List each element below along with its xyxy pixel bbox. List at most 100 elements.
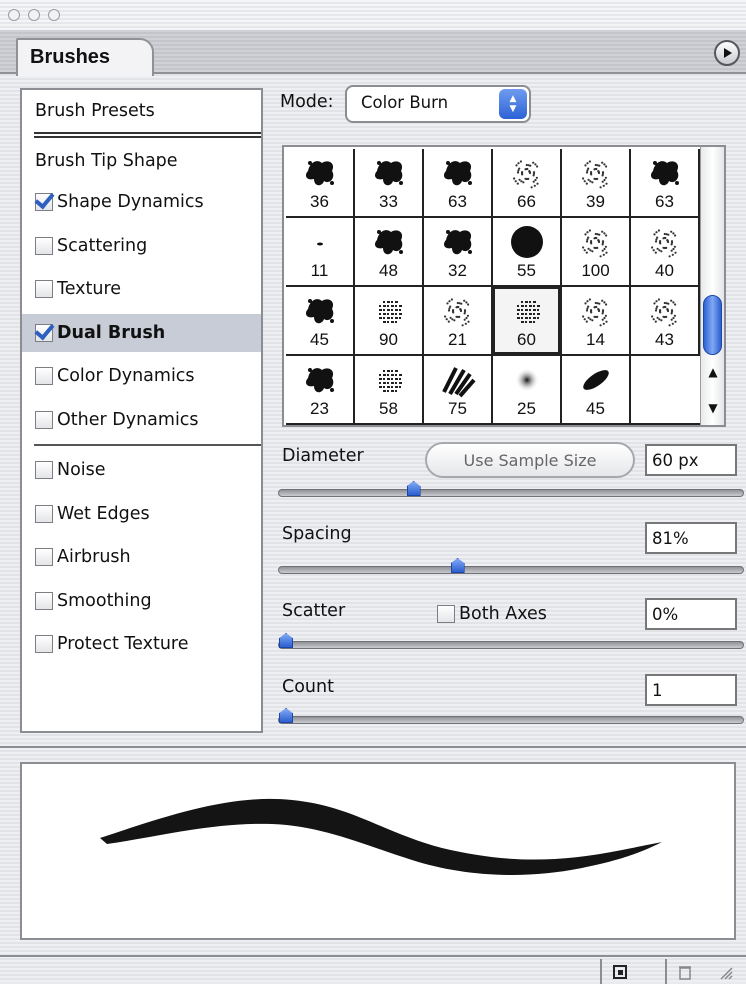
brush-preset-cell[interactable]: 43 [631, 287, 700, 356]
brush-preset-cell[interactable]: 39 [562, 149, 631, 218]
option-color-dynamics[interactable]: Color Dynamics [22, 357, 261, 395]
brush-size-label: 43 [655, 330, 674, 349]
scrollbar-thumb[interactable] [703, 295, 722, 355]
brush-preset-cell[interactable]: 21 [424, 287, 493, 356]
brush-preset-cell[interactable]: 32 [424, 218, 493, 287]
checkbox-icon [437, 605, 455, 623]
brush-size-label: 14 [586, 330, 605, 349]
scatter-field[interactable]: 0% [645, 598, 737, 630]
brush-preset-cell[interactable]: 45 [562, 356, 631, 425]
diameter-field[interactable]: 60 px [645, 444, 737, 476]
brush-thumbnail [302, 362, 338, 398]
spacing-field[interactable]: 81% [645, 522, 737, 554]
option-label: Shape Dynamics [57, 192, 204, 212]
scatter-slider-knob[interactable] [279, 633, 293, 648]
spacing-slider[interactable] [278, 558, 744, 574]
checkbox-icon[interactable] [35, 367, 53, 385]
brush-size-label: 40 [655, 261, 674, 280]
brush-preset-cell[interactable]: 63 [631, 149, 700, 218]
resize-grip[interactable] [706, 959, 744, 984]
brush-thumbnail [440, 362, 476, 398]
brush-thumbnail [578, 362, 614, 398]
empty-preset-cell [631, 356, 700, 425]
tab-brushes[interactable]: Brushes [16, 38, 154, 76]
checkbox-icon[interactable] [35, 635, 53, 653]
brush-preset-cell[interactable]: 90 [355, 287, 424, 356]
brush-presets-item[interactable]: Brush Presets [22, 92, 261, 130]
checkbox-icon[interactable] [35, 410, 53, 429]
option-texture[interactable]: Texture [22, 270, 261, 308]
play-arrow-icon [724, 48, 732, 58]
checkbox-icon[interactable] [35, 461, 53, 479]
option-smoothing[interactable]: Smoothing [22, 582, 261, 620]
checkbox-icon[interactable] [35, 280, 53, 298]
option-airbrush[interactable]: Airbrush [22, 538, 261, 576]
brush-preset-cell[interactable]: 45 [286, 287, 355, 356]
brush-preset-cell[interactable]: 63 [424, 149, 493, 218]
diameter-slider-knob[interactable] [406, 481, 421, 496]
brush-preset-cell[interactable]: 23 [286, 356, 355, 425]
checkbox-icon[interactable] [35, 548, 53, 566]
close-window-button[interactable] [8, 9, 20, 21]
option-label: Airbrush [57, 547, 131, 567]
count-slider[interactable] [278, 708, 744, 724]
brush-preset-cell[interactable]: 36 [286, 149, 355, 218]
checkbox-icon[interactable] [35, 504, 53, 523]
brush-thumbnail [302, 293, 338, 329]
option-shape-dynamics[interactable]: Shape Dynamics [22, 183, 261, 221]
option-dual-brush[interactable]: Dual Brush [22, 313, 261, 352]
option-other-dynamics[interactable]: Other Dynamics [22, 401, 261, 439]
preset-scrollbar[interactable]: ▲ ▼ [700, 147, 724, 425]
option-label: Scattering [57, 235, 148, 256]
brush-size-label: 60 [517, 330, 536, 349]
texture-brush-icon [378, 370, 402, 392]
brush-preset-cell[interactable]: 58 [355, 356, 424, 425]
count-field[interactable]: 1 [645, 674, 737, 706]
checkbox-icon[interactable] [35, 236, 53, 255]
grass-brush-icon [441, 367, 476, 398]
scatter-slider[interactable] [278, 633, 744, 649]
brush-size-label: 11 [310, 261, 329, 280]
option-scattering[interactable]: Scattering [22, 227, 261, 265]
brush-preset-cell[interactable]: 100 [562, 218, 631, 287]
bottom-toolbar [0, 955, 746, 984]
brush-thumbnail [578, 155, 614, 191]
brush-preset-cell[interactable]: 75 [424, 356, 493, 425]
minimize-window-button[interactable] [28, 9, 40, 21]
use-sample-size-button[interactable]: Use Sample Size [425, 442, 635, 478]
option-noise[interactable]: Noise [22, 451, 261, 489]
option-protect-texture[interactable]: Protect Texture [22, 625, 261, 663]
delete-preset-button[interactable] [665, 959, 703, 984]
brush-preset-cell[interactable]: 14 [562, 287, 631, 356]
brush-preset-cell[interactable]: 55 [493, 218, 562, 287]
diameter-slider[interactable] [278, 481, 744, 497]
brush-size-label: 45 [310, 330, 329, 349]
scroll-up-arrow-icon[interactable]: ▲ [701, 361, 725, 383]
checkbox-icon[interactable] [35, 591, 53, 610]
count-slider-knob[interactable] [279, 708, 293, 723]
brush-tip-shape-label: Brush Tip Shape [35, 151, 178, 171]
checked-checkbox-icon[interactable] [35, 193, 53, 211]
brush-preset-cell[interactable]: 40 [631, 218, 700, 287]
brush-size-label: 25 [517, 399, 536, 418]
new-preset-button[interactable] [600, 959, 638, 984]
checked-checkbox-icon[interactable] [35, 323, 53, 342]
mode-select[interactable]: Color Burn ▲ ▼ [345, 85, 531, 123]
brush-preset-cell[interactable]: 33 [355, 149, 424, 218]
brush-thumbnail [371, 362, 407, 398]
brush-preset-cell[interactable]: 11 [286, 218, 355, 287]
zoom-window-button[interactable] [48, 9, 60, 21]
brush-tip-shape-item[interactable]: Brush Tip Shape [22, 142, 261, 180]
brush-preset-cell[interactable]: 25 [493, 356, 562, 425]
brush-thumbnail [302, 155, 338, 191]
title-bar[interactable] [0, 0, 746, 30]
brush-preset-cell[interactable]: 48 [355, 218, 424, 287]
palette-menu-button[interactable] [714, 40, 740, 66]
diameter-label: Diameter [282, 446, 364, 466]
option-wet-edges[interactable]: Wet Edges [22, 495, 261, 533]
both-axes-checkbox[interactable]: Both Axes [437, 604, 547, 624]
spacing-slider-knob[interactable] [450, 558, 465, 573]
brush-preset-cell[interactable]: 60 [493, 287, 562, 356]
scroll-down-arrow-icon[interactable]: ▼ [701, 397, 725, 419]
brush-preset-cell[interactable]: 66 [493, 149, 562, 218]
